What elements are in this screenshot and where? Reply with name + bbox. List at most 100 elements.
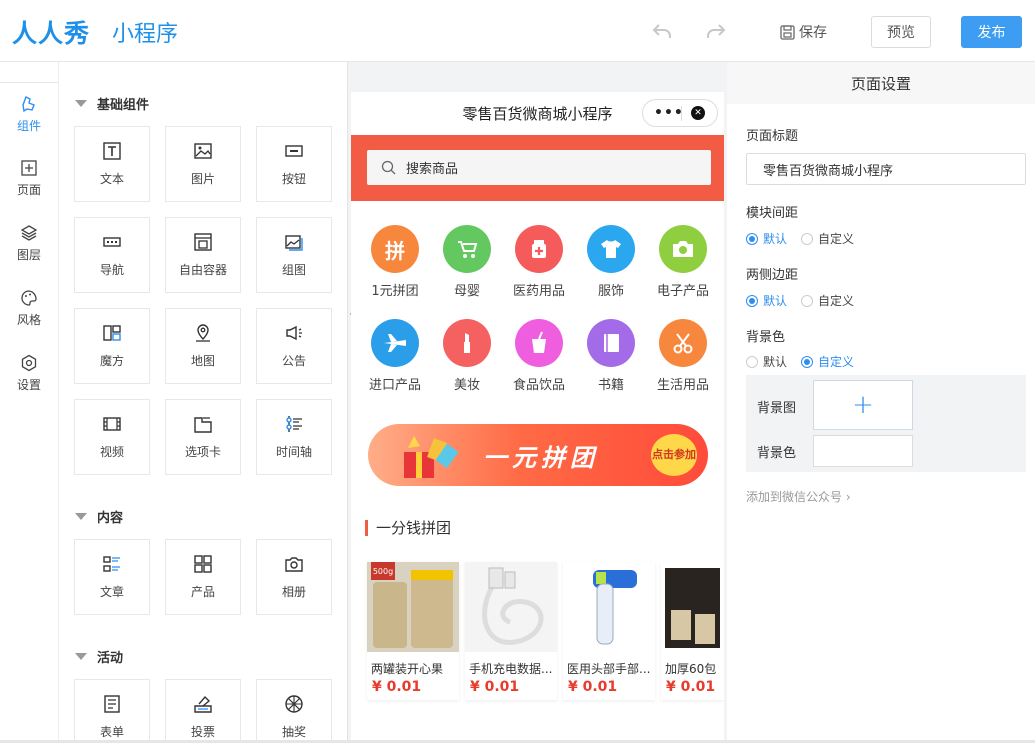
bg-color-picker[interactable] xyxy=(813,435,913,467)
shirt-icon xyxy=(587,225,635,273)
banner-join-button[interactable]: 点击参加 xyxy=(651,434,697,476)
save-button[interactable]: 保存 xyxy=(780,22,827,42)
nav-item-style[interactable]: 风格 xyxy=(0,278,58,338)
plus-icon: + xyxy=(852,390,874,420)
component-nav[interactable]: 导航 xyxy=(74,217,150,293)
component-lottery[interactable]: 抽奖 xyxy=(256,679,332,743)
publish-button[interactable]: 发布 xyxy=(961,16,1022,48)
collapse-triangle-icon xyxy=(75,653,87,660)
wheel-icon xyxy=(285,695,303,713)
megaphone-icon xyxy=(286,325,302,341)
component-cube[interactable]: 魔方 xyxy=(74,308,150,384)
bg-image-label: 背景图 xyxy=(757,401,797,416)
camera-icon xyxy=(285,557,303,572)
article-icon xyxy=(103,556,120,572)
search-placeholder: 搜索商品 xyxy=(406,162,459,177)
component-product[interactable]: 产品 xyxy=(165,539,241,615)
search-icon xyxy=(381,160,396,175)
camera-icon xyxy=(659,225,707,273)
nav-item-settings[interactable]: 设置 xyxy=(0,343,58,403)
video-icon xyxy=(103,417,121,431)
category-import[interactable]: 进口产品 xyxy=(359,319,431,393)
component-form[interactable]: 表单 xyxy=(74,679,150,743)
canvas-area: 零售百货微商城小程序 ••• ✕ 搜索商品 拼 1元拼团 母婴 医药用品 服饰 … xyxy=(348,62,727,743)
category-food[interactable]: 食品饮品 xyxy=(503,319,575,393)
category-medicine[interactable]: 医药用品 xyxy=(503,225,575,299)
banner-text: 一元拼团 xyxy=(483,444,599,472)
page-title-label: 页面标题 xyxy=(746,129,799,144)
side-margin-default-radio[interactable]: 默认 xyxy=(746,292,787,309)
redo-icon[interactable] xyxy=(706,22,726,40)
product-card[interactable]: 500g 两罐装开心果 ¥ 0.01 xyxy=(367,562,459,700)
component-album[interactable]: 相册 xyxy=(256,539,332,615)
product-image-pistachio: 500g xyxy=(367,562,459,652)
background-custom-panel: 背景图 + 背景色 xyxy=(746,375,1026,472)
bg-color-options: 默认 自定义 xyxy=(746,353,854,370)
component-image[interactable]: 图片 xyxy=(165,126,241,202)
component-tabs[interactable]: 选项卡 xyxy=(165,399,241,475)
section-content[interactable]: 内容 xyxy=(75,507,123,526)
section-basic[interactable]: 基础组件 xyxy=(75,94,149,113)
module-spacing-custom-radio[interactable]: 自定义 xyxy=(801,230,854,247)
add-to-wechat-link[interactable]: 添加到微信公众号 › xyxy=(746,488,851,505)
search-input[interactable]: 搜索商品 xyxy=(367,150,711,185)
collapse-triangle-icon xyxy=(75,100,87,107)
group-section-title: 一分钱拼团 xyxy=(365,517,451,538)
page-title-input[interactable]: 零售百货微商城小程序 xyxy=(746,153,1026,185)
component-free-container[interactable]: 自由容器 xyxy=(165,217,241,293)
preview-button[interactable]: 预览 xyxy=(871,16,931,48)
nav-item-layers[interactable]: 图层 xyxy=(0,213,58,273)
nav-item-page[interactable]: 页面 xyxy=(0,148,58,208)
gallery-icon xyxy=(285,235,303,251)
product-card[interactable]: 医用头部手部... ¥ 0.01 xyxy=(563,562,655,700)
side-margin-custom-radio[interactable]: 自定义 xyxy=(801,292,854,309)
category-electronics[interactable]: 电子产品 xyxy=(647,225,719,299)
bg-default-radio[interactable]: 默认 xyxy=(746,353,787,370)
bg-custom-radio[interactable]: 自定义 xyxy=(801,353,854,370)
component-timeline[interactable]: 时间轴 xyxy=(256,399,332,475)
form-icon xyxy=(104,695,120,713)
side-margin-options: 默认 自定义 xyxy=(746,292,854,309)
settings-hex-icon xyxy=(21,354,37,371)
component-video[interactable]: 视频 xyxy=(74,399,150,475)
group-buy-icon: 拼 xyxy=(371,225,419,273)
bg-color-label: 背景色 xyxy=(746,330,786,345)
component-notice[interactable]: 公告 xyxy=(256,308,332,384)
component-text[interactable]: 文本 xyxy=(74,126,150,202)
bg-image-upload-button[interactable]: + xyxy=(813,380,913,430)
component-gallery[interactable]: 组图 xyxy=(256,217,332,293)
section-activity[interactable]: 活动 xyxy=(75,647,123,666)
category-clothing[interactable]: 服饰 xyxy=(575,225,647,299)
component-article[interactable]: 文章 xyxy=(74,539,150,615)
scissors-icon xyxy=(659,319,707,367)
close-circle-icon[interactable]: ✕ xyxy=(691,106,705,120)
phone-preview: 零售百货微商城小程序 ••• ✕ 搜索商品 拼 1元拼团 母婴 医药用品 服饰 … xyxy=(351,92,724,743)
component-vote[interactable]: 投票 xyxy=(165,679,241,743)
module-spacing-default-radio[interactable]: 默认 xyxy=(746,230,787,247)
product-card[interactable]: 加厚60包 ¥ 0.01 xyxy=(661,562,724,700)
category-daily[interactable]: 生活用品 xyxy=(647,319,719,393)
more-dots-icon[interactable]: ••• xyxy=(654,105,684,121)
nav-item-components[interactable]: 组件 xyxy=(0,84,58,144)
category-baby[interactable]: 母婴 xyxy=(431,225,503,299)
medicine-icon xyxy=(515,225,563,273)
map-pin-icon xyxy=(196,324,210,342)
product-card[interactable]: 手机充电数据... ¥ 0.01 xyxy=(465,562,557,700)
cube-icon xyxy=(103,325,121,341)
plane-icon xyxy=(371,319,419,367)
component-button[interactable]: 按钮 xyxy=(256,126,332,202)
group-buy-banner[interactable]: 一元拼团 点击参加 xyxy=(368,424,708,486)
component-map[interactable]: 地图 xyxy=(165,308,241,384)
category-makeup[interactable]: 美妆 xyxy=(431,319,503,393)
category-books[interactable]: 书籍 xyxy=(575,319,647,393)
category-group-buy[interactable]: 拼 1元拼团 xyxy=(359,225,431,299)
layers-icon xyxy=(20,224,38,241)
drink-icon xyxy=(515,319,563,367)
settings-header: 页面设置 xyxy=(727,62,1035,104)
page-plus-icon xyxy=(21,159,37,176)
page-settings-panel: 页面设置 页面标题 零售百货微商城小程序 模块间距 默认 自定义 两侧边距 默认… xyxy=(727,62,1035,743)
bg-color-field-label: 背景色 xyxy=(757,446,797,461)
capsule-menu[interactable]: ••• ✕ xyxy=(642,99,718,127)
components-icon xyxy=(22,95,35,112)
undo-icon[interactable] xyxy=(652,22,672,40)
